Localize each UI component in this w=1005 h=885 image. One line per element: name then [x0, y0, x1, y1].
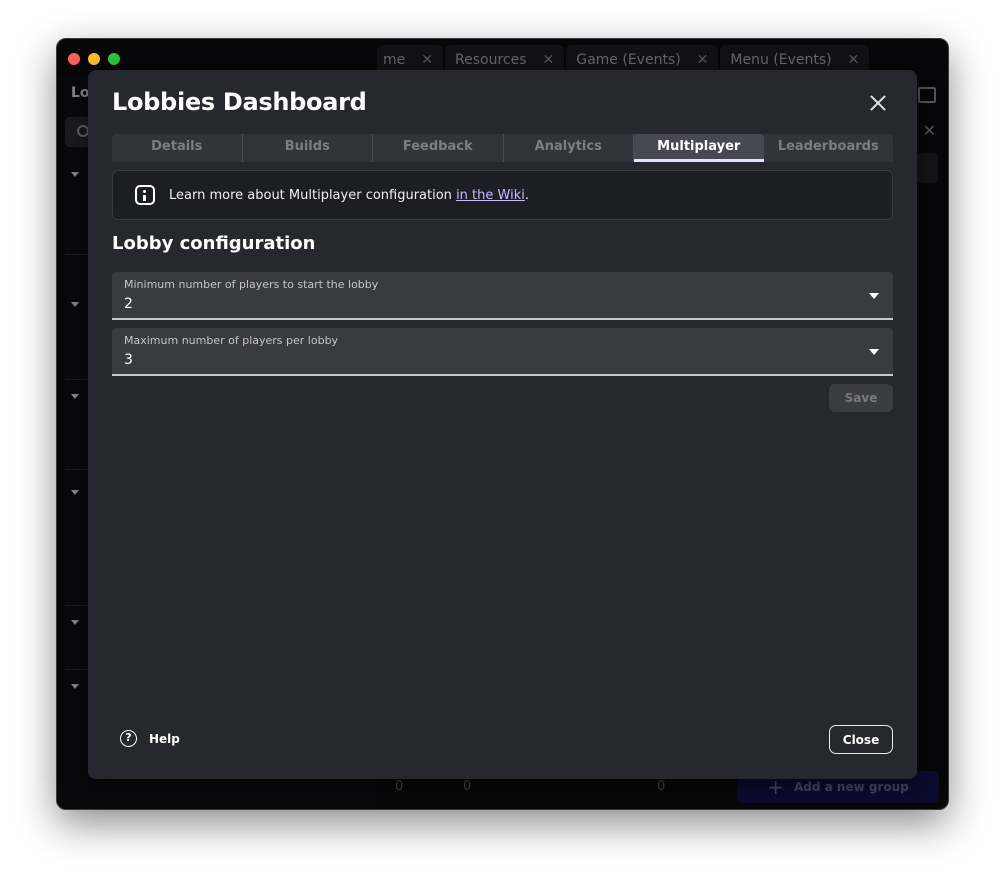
field-value: 3: [124, 352, 133, 368]
info-icon: [135, 185, 155, 205]
window-controls: [68, 53, 120, 65]
edit-icon[interactable]: [918, 87, 936, 103]
left-section[interactable]: [71, 485, 87, 500]
save-button[interactable]: Save: [829, 384, 893, 412]
tab-feedback[interactable]: Feedback: [373, 134, 504, 162]
left-section[interactable]: [71, 679, 87, 694]
dialog-title: Lobbies Dashboard: [112, 88, 367, 116]
chevron-down-icon: [71, 394, 79, 399]
minimize-window-button[interactable]: [88, 53, 100, 65]
help-label: Help: [149, 731, 180, 746]
info-text: Learn more about Multiplayer configurati…: [169, 187, 529, 203]
close-button[interactable]: Close: [829, 725, 893, 754]
chevron-down-icon: [71, 302, 79, 307]
chevron-down-icon: [71, 172, 79, 177]
count-value: 0: [395, 779, 404, 794]
tab-builds[interactable]: Builds: [243, 134, 373, 162]
left-section[interactable]: [71, 297, 87, 312]
close-window-button[interactable]: [68, 53, 80, 65]
left-section[interactable]: [71, 389, 87, 404]
left-panel-title: Lo: [71, 85, 90, 101]
chevron-down-icon: [71, 620, 79, 625]
close-tab-icon[interactable]: ✕: [543, 52, 555, 68]
field-value: 2: [124, 296, 133, 312]
lobbies-dashboard-dialog: Lobbies Dashboard Details Builds Feedbac…: [88, 70, 917, 779]
close-tab-icon[interactable]: ✕: [421, 52, 433, 68]
close-tab-icon[interactable]: ✕: [697, 52, 709, 68]
close-tab-icon[interactable]: ✕: [848, 52, 860, 68]
field-label: Maximum number of players per lobby: [124, 334, 339, 347]
wiki-link[interactable]: in the Wiki: [456, 188, 525, 203]
left-section[interactable]: [71, 167, 87, 182]
tab-leaderboards[interactable]: Leaderboards: [764, 134, 894, 162]
left-section[interactable]: [71, 615, 87, 630]
tab-analytics[interactable]: Analytics: [504, 134, 634, 162]
close-icon[interactable]: ✕: [923, 121, 936, 140]
tab-details[interactable]: Details: [112, 134, 243, 162]
count-value: 0: [463, 779, 472, 794]
tab-multiplayer[interactable]: Multiplayer: [634, 134, 764, 162]
close-icon[interactable]: [867, 92, 889, 114]
info-banner: Learn more about Multiplayer configurati…: [112, 170, 893, 220]
help-icon: ?: [120, 730, 137, 747]
caret-down-icon: [869, 349, 879, 355]
count-value: 0: [657, 779, 666, 794]
min-players-select[interactable]: Minimum number of players to start the l…: [112, 272, 893, 320]
help-button[interactable]: ? Help: [120, 730, 180, 747]
maximize-window-button[interactable]: [108, 53, 120, 65]
field-label: Minimum number of players to start the l…: [124, 278, 379, 291]
max-players-select[interactable]: Maximum number of players per lobby 3: [112, 328, 893, 376]
section-title: Lobby configuration: [112, 233, 316, 254]
chevron-down-icon: [71, 684, 79, 689]
chevron-down-icon: [71, 490, 79, 495]
caret-down-icon: [869, 293, 879, 299]
dialog-tabs: Details Builds Feedback Analytics Multip…: [112, 134, 893, 162]
